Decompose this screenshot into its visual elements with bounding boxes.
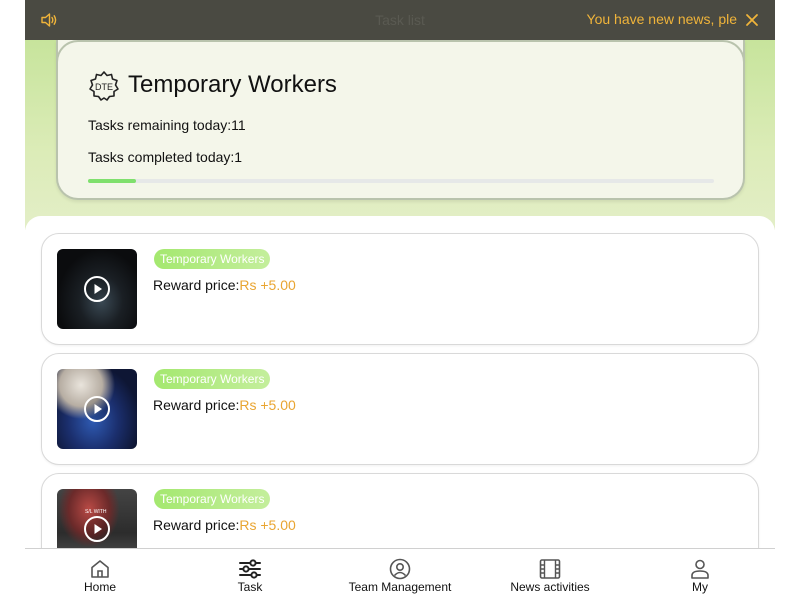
home-icon[interactable] [88, 557, 112, 581]
tasks-completed: Tasks completed today:1 [88, 149, 243, 165]
nav-my[interactable]: My [625, 549, 775, 600]
user-circle-icon[interactable] [388, 557, 412, 581]
video-thumbnail[interactable] [57, 249, 137, 329]
tasks-remaining: Tasks remaining today:11 [88, 117, 246, 133]
reward-price: Reward price:Rs +5.00 [153, 517, 296, 533]
reward-label: Reward price: [153, 397, 240, 413]
reward-label: Reward price: [153, 517, 240, 533]
reward-value: Rs +5.00 [239, 517, 296, 533]
task-tag: Temporary Workers [154, 249, 271, 269]
film-icon[interactable] [538, 557, 562, 581]
reward-price: Reward price:Rs +5.00 [153, 277, 296, 293]
logo-text: DTE [95, 82, 113, 92]
app: Task list You have new news, ple DTE Tem… [25, 0, 775, 600]
play-icon[interactable] [83, 275, 111, 303]
top-bar: Task list You have new news, ple [25, 0, 775, 40]
nav-task[interactable]: Task [175, 549, 325, 600]
nav-team-label: Team Management [348, 580, 452, 594]
task-card[interactable]: Temporary Workers Reward price:Rs +5.00 [41, 353, 759, 465]
task-tag: Temporary Workers [154, 489, 271, 509]
nav-home[interactable]: Home [25, 549, 175, 600]
sliders-icon[interactable] [238, 557, 262, 581]
video-thumbnail[interactable] [57, 369, 137, 449]
news-marquee[interactable]: You have new news, ple [587, 11, 737, 27]
nav-news-label: News activities [510, 580, 590, 594]
nav-task-label: Task [237, 580, 263, 594]
task-card[interactable]: Temporary Workers Reward price:Rs +5.00 [41, 233, 759, 345]
bottom-nav: Home Task Team Management News activitie… [25, 548, 775, 600]
progress-bar [88, 179, 714, 183]
progress-fill [88, 179, 137, 183]
close-icon[interactable] [743, 11, 761, 29]
reward-price: Reward price:Rs +5.00 [153, 397, 296, 413]
reward-label: Reward price: [153, 277, 240, 293]
level-card: DTE Temporary Workers Tasks remaining to… [56, 40, 745, 200]
nav-home-label: Home [83, 580, 116, 594]
person-icon[interactable] [688, 557, 712, 581]
reward-value: Rs +5.00 [239, 397, 296, 413]
level-title: Temporary Workers [128, 71, 337, 98]
task-tag: Temporary Workers [154, 369, 271, 389]
level-badge-icon: DTE [88, 70, 120, 102]
hero-section: DTE Temporary Workers Tasks remaining to… [25, 40, 775, 230]
reward-value: Rs +5.00 [239, 277, 296, 293]
nav-my-label: My [692, 580, 708, 594]
video-thumbnail[interactable]: S/L WITH [57, 489, 137, 548]
task-list: Temporary Workers Reward price:Rs +5.00 … [25, 216, 775, 548]
play-icon[interactable] [83, 515, 111, 543]
task-card[interactable]: S/L WITH Temporary Workers Reward price:… [41, 473, 759, 548]
nav-news-activities[interactable]: News activities [475, 549, 625, 600]
nav-team-management[interactable]: Team Management [325, 549, 475, 600]
play-icon[interactable] [83, 395, 111, 423]
